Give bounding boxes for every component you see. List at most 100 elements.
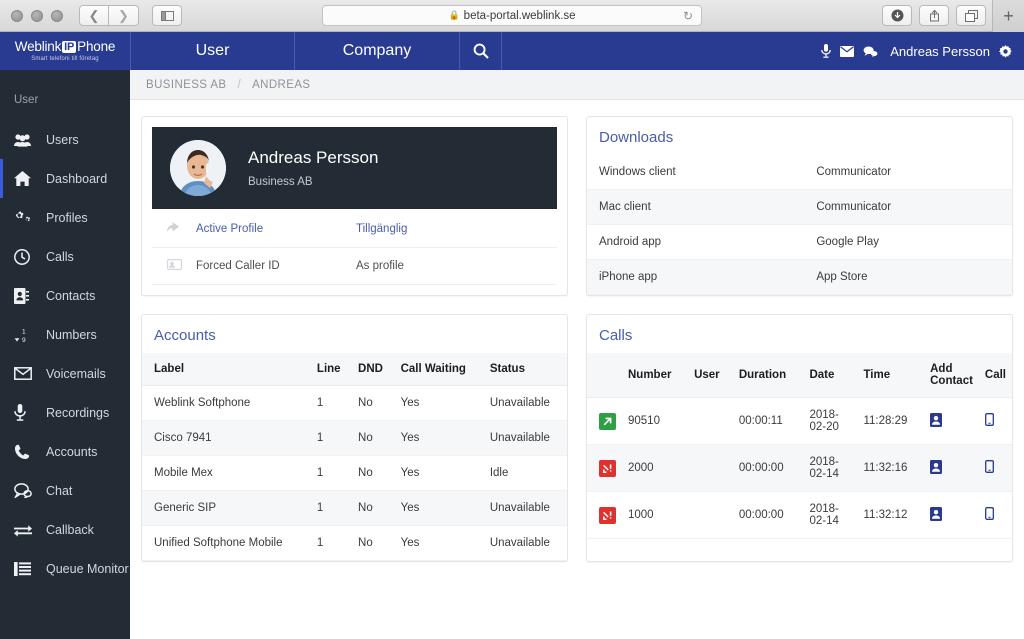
panel-title: Downloads — [599, 129, 674, 146]
chat-bubbles-icon — [14, 483, 38, 498]
browser-toolbar: ❮ ❯ 🔒 beta-portal.weblink.se ↻ + — [0, 0, 1024, 32]
sidebar-item-label: Numbers — [46, 327, 97, 342]
column-header-time: Time — [857, 353, 925, 398]
column-header-duration: Duration — [732, 353, 804, 398]
current-user-label[interactable]: Andreas Persson — [890, 44, 990, 59]
sidebar-item-label: Callback — [46, 522, 94, 537]
sidebar-item-queue-monitor[interactable]: Queue Monitor — [0, 549, 130, 588]
sidebar-item-callback[interactable]: Callback — [0, 510, 130, 549]
download-platform: iPhone app — [587, 259, 817, 295]
download-link[interactable]: Google Play — [816, 224, 1012, 260]
active-profile-value[interactable]: Tillgänglig — [356, 211, 557, 248]
sidebar-item-calls[interactable]: Calls — [0, 237, 130, 276]
missed-call-icon — [587, 444, 622, 492]
search-icon[interactable] — [460, 32, 502, 70]
call-date: 2018-02-14 — [803, 444, 858, 492]
account-dnd: No — [352, 525, 395, 561]
active-profile-label[interactable]: Active Profile — [196, 211, 356, 248]
reload-icon[interactable]: ↻ — [683, 9, 693, 23]
download-platform: Mac client — [587, 189, 817, 225]
application-window: Weblink IP Phone Smart telefoni till för… — [0, 32, 1024, 639]
list-icon — [14, 561, 38, 576]
chat-bubbles-icon[interactable] — [863, 46, 878, 57]
close-window-button[interactable] — [11, 9, 23, 22]
profile-organization: Business AB — [248, 176, 313, 188]
user-profile-panel: Andreas Persson Business AB Active Profi… — [141, 116, 568, 296]
column-header-call: Call — [978, 353, 1012, 398]
call-date: 2018-02-20 — [803, 397, 858, 445]
column-header-add-contact: Add Contact — [924, 353, 979, 398]
sidebar-item-dashboard[interactable]: Dashboard — [0, 159, 130, 198]
download-icon[interactable] — [882, 5, 912, 26]
main-area: User Company Andreas Persson BUSINESS AB… — [130, 32, 1024, 639]
sidebar-item-label: Calls — [46, 249, 74, 264]
minimize-window-button[interactable] — [31, 9, 43, 22]
table-row: Unified Softphone Mobile 1 No Yes Unavai… — [142, 525, 567, 561]
status-badge: Unavailable — [483, 385, 567, 421]
breadcrumb-item-company[interactable]: BUSINESS AB — [146, 79, 226, 91]
address-bar[interactable]: 🔒 beta-portal.weblink.se ↻ — [322, 5, 702, 26]
brand-logo[interactable]: Weblink IP Phone Smart telefoni till för… — [0, 32, 130, 70]
status-badge: Unavailable — [483, 420, 567, 456]
accounts-panel: Accounts Label Line DND Call Waiting Sta… — [141, 314, 568, 562]
account-call-waiting: Yes — [394, 455, 484, 491]
mobile-phone-icon[interactable] — [978, 491, 1012, 539]
zoom-window-button[interactable] — [51, 9, 63, 22]
home-icon — [14, 171, 38, 186]
breadcrumb-item-user[interactable]: ANDREAS — [252, 79, 310, 91]
profile-details-table: Active Profile Tillgänglig Forced Caller… — [152, 211, 557, 285]
sidebar-item-label: Dashboard — [46, 171, 108, 186]
missed-call-icon — [587, 491, 622, 539]
panel-title: Calls — [599, 327, 633, 344]
call-number: 90510 — [622, 397, 689, 445]
add-contact-icon[interactable] — [924, 491, 979, 539]
exchange-arrows-icon — [14, 523, 38, 537]
sidebar-item-voicemails[interactable]: Voicemails — [0, 354, 130, 393]
window-traffic-lights — [11, 9, 63, 22]
sidebar-toggle-icon[interactable] — [152, 5, 182, 26]
sidebar-item-recordings[interactable]: Recordings — [0, 393, 130, 432]
show-tabs-icon[interactable] — [956, 5, 986, 26]
address-book-icon — [14, 287, 38, 304]
back-chevron-icon[interactable]: ❮ — [79, 5, 109, 26]
microphone-icon — [14, 404, 38, 421]
sidebar-item-users[interactable]: Users — [0, 120, 130, 159]
users-icon — [14, 133, 38, 147]
account-call-waiting: Yes — [394, 525, 484, 561]
tab-company[interactable]: Company — [295, 32, 460, 70]
sidebar-item-label: Profiles — [46, 210, 88, 225]
mobile-phone-icon[interactable] — [978, 397, 1012, 445]
share-icon[interactable] — [919, 5, 949, 26]
column-header-number: Number — [622, 353, 689, 398]
download-link[interactable]: Communicator — [816, 189, 1012, 225]
gears-icon — [14, 210, 38, 225]
envelope-icon[interactable] — [840, 45, 855, 57]
download-platform: Windows client — [587, 155, 817, 190]
table-header-row: Label Line DND Call Waiting Status — [142, 353, 567, 386]
gear-icon[interactable] — [999, 44, 1012, 58]
sidebar-item-chat[interactable]: Chat — [0, 471, 130, 510]
sidebar-item-contacts[interactable]: Contacts — [0, 276, 130, 315]
profile-hero: Andreas Persson Business AB — [152, 127, 557, 209]
forced-caller-id-value: As profile — [356, 247, 557, 285]
microphone-icon[interactable] — [821, 44, 832, 58]
forward-chevron-icon[interactable]: ❯ — [109, 5, 139, 26]
add-contact-icon[interactable] — [924, 444, 979, 492]
mobile-phone-icon[interactable] — [978, 444, 1012, 492]
sidebar-item-label: Accounts — [46, 444, 98, 459]
sidebar-item-profiles[interactable]: Profiles — [0, 198, 130, 237]
sidebar-item-accounts[interactable]: Accounts — [0, 432, 130, 471]
add-contact-icon[interactable] — [924, 397, 979, 445]
new-tab-button[interactable]: + — [992, 0, 1024, 32]
brand-word-1: Weblink — [14, 38, 62, 54]
download-link[interactable]: Communicator — [816, 155, 1012, 190]
tab-user[interactable]: User — [130, 32, 295, 70]
download-link[interactable]: App Store — [816, 259, 1012, 295]
call-duration: 00:00:11 — [732, 397, 804, 445]
breadcrumb: BUSINESS AB / ANDREAS — [130, 70, 1024, 100]
sidebar-item-numbers[interactable]: 19 Numbers — [0, 315, 130, 354]
top-navbar: User Company Andreas Persson — [130, 32, 1024, 70]
call-user — [688, 397, 733, 445]
sidebar-section-label: User — [14, 94, 39, 106]
account-call-waiting: Yes — [394, 490, 484, 526]
